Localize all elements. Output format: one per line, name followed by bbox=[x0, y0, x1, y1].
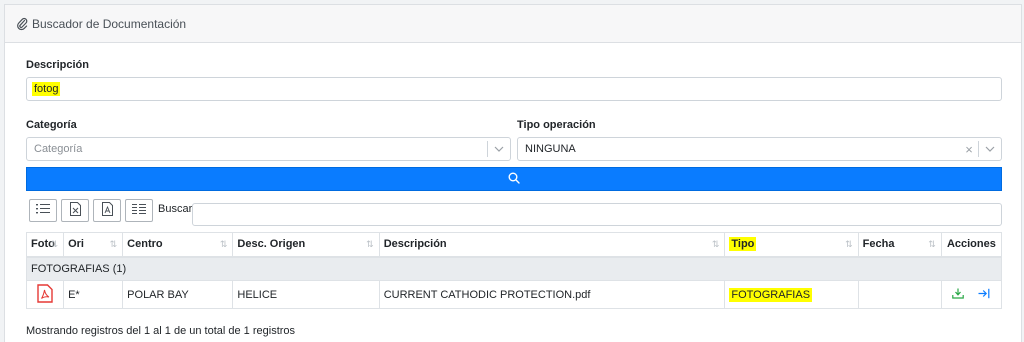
tipo-operacion-value: NINGUNA bbox=[525, 143, 576, 155]
tipo-cell: FOTOGRAFIAS bbox=[724, 280, 859, 309]
paperclip-icon bbox=[17, 17, 29, 31]
panel-title: Buscador de Documentación bbox=[32, 16, 187, 31]
table-search-input[interactable] bbox=[192, 203, 1002, 226]
categoria-label: Categoría bbox=[26, 119, 77, 131]
open-icon[interactable] bbox=[978, 288, 990, 302]
download-icon[interactable] bbox=[952, 288, 965, 302]
columns-button[interactable] bbox=[125, 199, 153, 222]
sort-icon: ⇅ bbox=[219, 239, 228, 249]
descripcion-label: Descripción bbox=[26, 59, 89, 71]
ori-cell: E* bbox=[63, 280, 124, 309]
panel-header: Buscador de Documentación bbox=[5, 5, 1021, 43]
chevron-down-icon[interactable] bbox=[488, 146, 510, 152]
categoria-placeholder: Categoría bbox=[34, 143, 83, 155]
tipo-operacion-label: Tipo operación bbox=[517, 119, 596, 131]
sort-icon: ⇅ bbox=[366, 239, 374, 249]
centro-cell: POLAR BAY bbox=[122, 280, 234, 309]
list-view-button[interactable] bbox=[29, 199, 57, 222]
group-label: FOTOGRAFIAS (1) bbox=[26, 256, 1002, 281]
col-header-acciones: Acciones bbox=[940, 232, 1003, 258]
search-button[interactable] bbox=[26, 167, 1002, 191]
sort-icon: ⇅ bbox=[109, 239, 118, 249]
pdf-file-icon[interactable] bbox=[37, 283, 53, 306]
categoria-select[interactable]: Categoría bbox=[26, 137, 511, 161]
col-header-ori[interactable]: Ori ⇅ bbox=[63, 232, 124, 258]
excel-icon bbox=[69, 202, 81, 219]
table-row[interactable]: E* POLAR BAY HELICE CURRENT CATHODIC PRO… bbox=[25, 280, 1003, 309]
col-header-centro[interactable]: Centro ⇅ bbox=[122, 232, 234, 258]
col-header-foto[interactable]: Foto ⇅ bbox=[25, 232, 65, 258]
group-row: FOTOGRAFIAS (1) bbox=[26, 256, 1002, 281]
list-icon bbox=[36, 203, 50, 218]
descripcion-input[interactable]: fotog bbox=[26, 77, 1002, 101]
documents-table: Foto ⇅ Ori ⇅ Centro ⇅ Desc. Origen ⇅ Descrip… bbox=[25, 232, 1003, 309]
pdf-icon bbox=[101, 202, 113, 219]
sort-icon: ⇅ bbox=[711, 239, 720, 249]
tipo-value: FOTOGRAFIAS bbox=[729, 287, 813, 302]
buscar-label: Buscar: bbox=[158, 203, 196, 215]
table-header-row: Foto ⇅ Ori ⇅ Centro ⇅ Desc. Origen ⇅ Descrip… bbox=[25, 232, 1003, 258]
search-icon bbox=[508, 172, 520, 187]
export-pdf-button[interactable] bbox=[93, 199, 121, 222]
tipo-operacion-select[interactable]: NINGUNA × bbox=[517, 137, 1002, 161]
table-info: Mostrando registros del 1 al 1 de un tot… bbox=[26, 325, 296, 337]
fecha-cell bbox=[857, 280, 942, 309]
desc-origen-cell: HELICE bbox=[232, 280, 380, 309]
export-excel-button[interactable] bbox=[61, 199, 89, 222]
chevron-down-icon[interactable] bbox=[979, 146, 1001, 152]
sort-icon: ⇅ bbox=[50, 239, 59, 249]
col-header-fecha[interactable]: Fecha ⇅ bbox=[857, 232, 942, 258]
col-header-descripcion[interactable]: Descripción ⇅ bbox=[378, 232, 726, 258]
col-header-desc-origen[interactable]: Desc. Origen ⇅ bbox=[232, 232, 380, 258]
clear-icon[interactable]: × bbox=[960, 142, 978, 157]
descripcion-cell: CURRENT CATHODIC PROTECTION.pdf bbox=[378, 280, 726, 309]
foto-cell bbox=[25, 280, 65, 309]
sort-icon: ⇅ bbox=[928, 239, 936, 249]
descripcion-value: fotog bbox=[32, 82, 61, 96]
sort-icon: ⇅ bbox=[845, 239, 853, 249]
col-header-tipo[interactable]: Tipo ⇅ bbox=[724, 232, 859, 258]
acciones-cell bbox=[940, 280, 1003, 309]
columns-icon bbox=[132, 203, 146, 218]
